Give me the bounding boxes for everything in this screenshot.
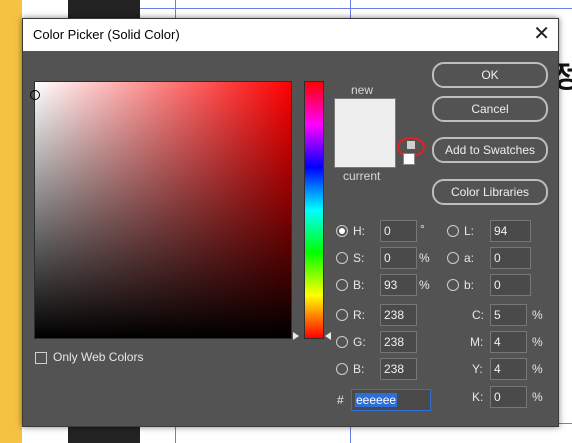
saturation-label: S: xyxy=(353,251,365,265)
current-color-swatch[interactable] xyxy=(335,133,395,167)
a-channel-input[interactable]: 0 xyxy=(490,247,531,269)
radio-green[interactable] xyxy=(336,336,348,348)
degree-unit: ° xyxy=(420,222,425,236)
dialog-titlebar[interactable]: Color Picker (Solid Color) ✕ xyxy=(23,19,558,51)
yellow-label: Y: xyxy=(472,362,483,376)
red-input[interactable]: 238 xyxy=(380,304,417,326)
current-color-label: current xyxy=(343,169,381,183)
only-web-colors-checkbox[interactable] xyxy=(35,352,47,364)
percent-unit: % xyxy=(419,278,430,292)
radio-hue[interactable] xyxy=(336,225,348,237)
brightness-input[interactable]: 93 xyxy=(380,274,417,296)
percent-unit: % xyxy=(532,362,543,376)
radio-brightness[interactable] xyxy=(336,279,348,291)
new-color-label: new xyxy=(351,83,374,97)
close-icon[interactable]: ✕ xyxy=(533,23,550,45)
radio-a-channel[interactable] xyxy=(447,252,459,264)
color-picker-dialog: Color Picker (Solid Color) ✕ Only Web Co… xyxy=(22,18,559,427)
saturation-input[interactable]: 0 xyxy=(380,247,417,269)
hue-input[interactable]: 0 xyxy=(380,220,417,242)
magenta-label: M: xyxy=(470,335,484,349)
cyan-input[interactable]: 5 xyxy=(490,304,527,326)
blue-input[interactable]: 238 xyxy=(380,358,417,380)
guide-line xyxy=(140,8,572,9)
black-input[interactable]: 0 xyxy=(490,386,527,408)
blue-label: B: xyxy=(353,362,365,376)
background-yellow-panel xyxy=(0,0,22,443)
only-web-colors-label: Only Web Colors xyxy=(53,350,144,364)
percent-unit: % xyxy=(532,308,543,322)
magenta-input[interactable]: 4 xyxy=(490,331,527,353)
brightness-label: B: xyxy=(353,278,365,292)
hex-value-selected: eeeeee xyxy=(355,393,398,407)
hex-label: # xyxy=(337,393,344,407)
percent-unit: % xyxy=(419,251,430,265)
color-field[interactable] xyxy=(30,81,292,339)
color-preview-swatch xyxy=(334,98,396,168)
cube-icon xyxy=(407,141,415,149)
green-input[interactable]: 238 xyxy=(380,331,417,353)
cancel-button[interactable]: Cancel xyxy=(432,96,548,122)
hex-input[interactable]: eeeeee xyxy=(351,389,431,411)
green-label: G: xyxy=(353,335,366,349)
radio-b-channel[interactable] xyxy=(447,279,459,291)
cyan-label: C: xyxy=(472,308,484,322)
percent-unit: % xyxy=(532,390,543,404)
lightness-input[interactable]: 94 xyxy=(490,220,531,242)
radio-lightness[interactable] xyxy=(447,225,459,237)
yellow-input[interactable]: 4 xyxy=(490,358,527,380)
hue-slider-handle-left[interactable] xyxy=(293,332,299,340)
radio-red[interactable] xyxy=(336,309,348,321)
lightness-label: L: xyxy=(464,224,475,238)
add-to-swatches-button[interactable]: Add to Swatches xyxy=(432,137,548,163)
a-channel-label: a: xyxy=(464,251,475,265)
web-safe-color-swatch[interactable] xyxy=(403,153,415,165)
radio-saturation[interactable] xyxy=(336,252,348,264)
black-label: K: xyxy=(472,390,484,404)
hue-label: H: xyxy=(353,224,365,238)
hue-slider-handle-right[interactable] xyxy=(325,332,331,340)
red-label: R: xyxy=(353,308,365,322)
percent-unit: % xyxy=(532,335,543,349)
ok-button[interactable]: OK xyxy=(432,62,548,88)
dialog-title: Color Picker (Solid Color) xyxy=(33,27,180,42)
color-libraries-button[interactable]: Color Libraries xyxy=(432,179,548,205)
radio-blue[interactable] xyxy=(336,363,348,375)
hue-slider[interactable] xyxy=(304,81,324,339)
b-channel-input[interactable]: 0 xyxy=(490,274,531,296)
color-field-cursor[interactable] xyxy=(30,90,40,100)
b-channel-label: b: xyxy=(464,278,475,292)
